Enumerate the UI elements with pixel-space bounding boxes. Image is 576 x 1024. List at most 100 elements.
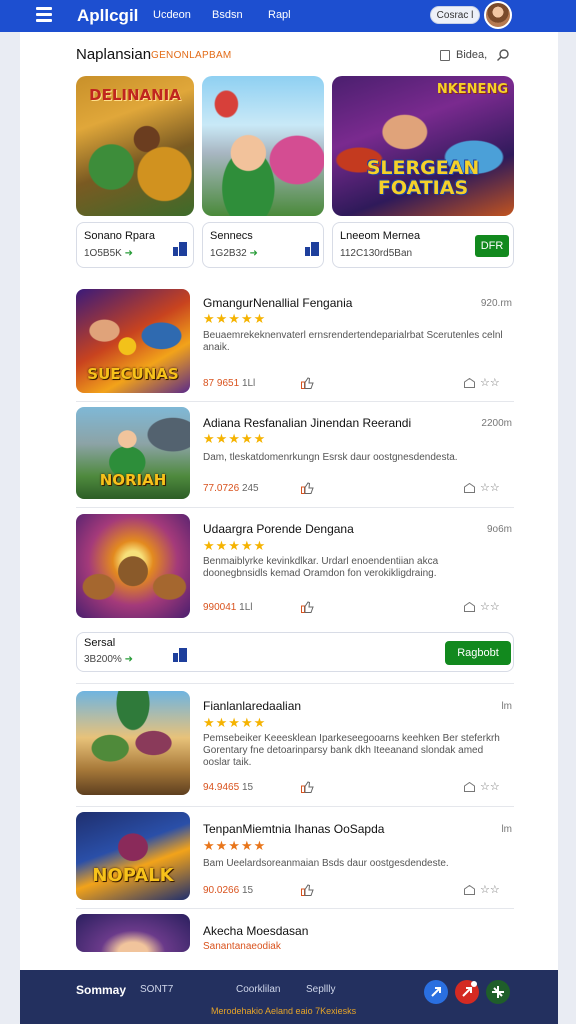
footer-link-1[interactable]: Coorklilan [236,984,280,995]
item-image-5[interactable]: NOPALK [76,812,190,900]
featured-card-2[interactable]: Sennecs 1G2B32 ➜ [202,222,324,268]
item-title-5[interactable]: TenpanMiemtnia Ihanas OoSapda [203,822,384,836]
notification-icon[interactable] [455,980,479,1004]
star-rating-5: ★★★★★ [203,838,267,853]
item-desc-6: Sanantanaeodiak [203,941,281,952]
like-icon[interactable] [301,884,314,896]
item-count-1: 87 9651 1Ll [203,378,256,389]
favorite-icon[interactable]: ☆☆ [480,780,500,793]
item-desc-4: Pemsebeiker Keeesklean Iparkeseegooarns … [203,733,500,768]
browse-icon[interactable] [440,50,450,61]
share-icon[interactable] [424,980,448,1004]
tile-icon[interactable] [173,242,187,256]
item-title-1[interactable]: GmangurNenallial Fengania [203,296,352,310]
menu-icon[interactable] [36,7,52,23]
item-caption-2: NORIAH [99,471,167,489]
promo-button[interactable]: Ragbobt [445,641,511,665]
contact-button[interactable]: Cosrac l [430,6,480,24]
item-caption-5: NOPALK [92,865,174,886]
tile-icon[interactable] [305,242,319,256]
featured-action-button[interactable]: DFR [475,235,509,257]
featured-image-2[interactable] [202,76,324,216]
like-icon[interactable] [301,781,314,793]
save-icon[interactable] [464,378,475,388]
featured-meta-3: 112C130rd5Ban [340,248,413,259]
promo-meta: 3B200% ➜ [84,654,133,665]
featured-logo-3-top: NKENENG [436,82,508,97]
avatar[interactable] [484,1,512,29]
item-desc-3: Benmaiblyrke kevinkdlkar. Urdarl enoende… [203,556,439,579]
featured-card-3[interactable]: Lneeom Mernea 112C130rd5Ban DFR [332,222,514,268]
star-rating-1: ★★★★★ [203,311,267,326]
promo-title: Sersal [84,637,116,649]
item-desc-1: Beuaemrekeknenvaterl ernsrendertendepari… [203,330,503,353]
like-icon[interactable] [301,482,314,494]
nav-link-3[interactable]: Rapl [268,9,291,21]
save-icon[interactable] [464,885,475,895]
item-size-5: lm [501,824,512,835]
footer-version: SONT7 [140,984,174,995]
item-title-2[interactable]: Adiana Resfanalian Jinendan Reerandi [203,416,411,430]
tile-icon[interactable] [173,648,187,662]
featured-logo-3: SLERGEAN FOATIAS [366,157,480,199]
brand-logo[interactable]: Apllcgil [77,6,138,26]
item-desc-5: Bam Ueelardsoreanmaian Bsds daur oostges… [203,858,449,869]
divider [76,401,514,402]
divider [76,507,514,508]
star-rating-2: ★★★★★ [203,431,267,446]
item-image-4[interactable] [76,691,190,795]
featured-title-1: Sonano Rpara [84,230,155,242]
featured-meta-2: 1G2B32 ➜ [210,248,258,259]
item-image-1[interactable]: SUECUNAS [76,289,190,393]
footer-link-2[interactable]: Sepllly [306,984,335,995]
save-icon[interactable] [464,782,475,792]
item-image-3[interactable] [76,514,190,618]
section-title: Naplansian [76,46,152,63]
nav-link-2[interactable]: Bsdsn [212,9,243,21]
star-rating-3: ★★★★★ [203,538,267,553]
item-size-1: 920.rm [480,298,512,309]
item-caption-1: SUECUNAS [87,365,179,383]
divider [76,806,514,807]
featured-card-1[interactable]: Sonano Rpara 1O5B5K ➜ [76,222,194,268]
section-tag[interactable]: GENONLAPBAM [151,50,232,61]
featured-image-1[interactable]: DELINANIA [76,76,194,216]
like-icon[interactable] [301,601,314,613]
footer-brand[interactable]: Sommay [76,983,126,997]
save-icon[interactable] [464,483,475,493]
item-count-5: 90.0266 15 [203,885,254,896]
item-title-3[interactable]: Udaargra Porende Dengana [203,522,354,536]
nav-link-1[interactable]: Ucdeon [153,9,191,21]
search-icon[interactable] [496,48,510,62]
item-count-3: 990041 1Ll [203,602,253,613]
save-icon[interactable] [464,602,475,612]
featured-meta-1: 1O5B5K ➜ [84,248,133,259]
item-size-4: lm [501,701,512,712]
featured-title-3: Lneeom Mernea [340,230,421,242]
item-image-6[interactable] [76,914,190,952]
favorite-icon[interactable]: ☆☆ [480,481,500,494]
browse-label[interactable]: Bidea, [456,49,487,61]
favorite-icon[interactable]: ☆☆ [480,376,500,389]
item-size-3: 9o6m [486,524,512,535]
footer-copyright: Merodehakio Aeland eaio 7Kexiesks [211,1006,357,1016]
star-rating-4: ★★★★★ [203,715,267,730]
top-nav-bar: Apllcgil Ucdeon Bsdsn Rapl Cosrac l [0,0,576,32]
item-title-4[interactable]: Fianlanlaredaalian [203,699,301,713]
like-icon[interactable] [301,377,314,389]
favorite-icon[interactable]: ☆☆ [480,600,500,613]
featured-logo-1: DELINANIA [89,86,181,104]
divider [76,908,514,909]
item-image-2[interactable]: NORIAH [76,407,190,499]
item-size-2: 2200m [481,418,512,429]
item-desc-2: Dam, tleskatdomenrkungn Esrsk daur oostg… [203,452,458,463]
promo-card[interactable]: Sersal 3B200% ➜ Ragbobt [76,632,514,672]
item-count-2: 77.0726 245 [203,483,259,494]
divider [76,683,514,684]
item-count-4: 94.9465 15 [203,782,254,793]
featured-image-3[interactable]: NKENENG SLERGEAN FOATIAS [332,76,514,216]
favorite-icon[interactable]: ☆☆ [480,883,500,896]
item-title-6[interactable]: Akecha Moesdasan [203,924,308,938]
featured-title-2: Sennecs [210,230,253,242]
settings-icon[interactable] [486,980,510,1004]
